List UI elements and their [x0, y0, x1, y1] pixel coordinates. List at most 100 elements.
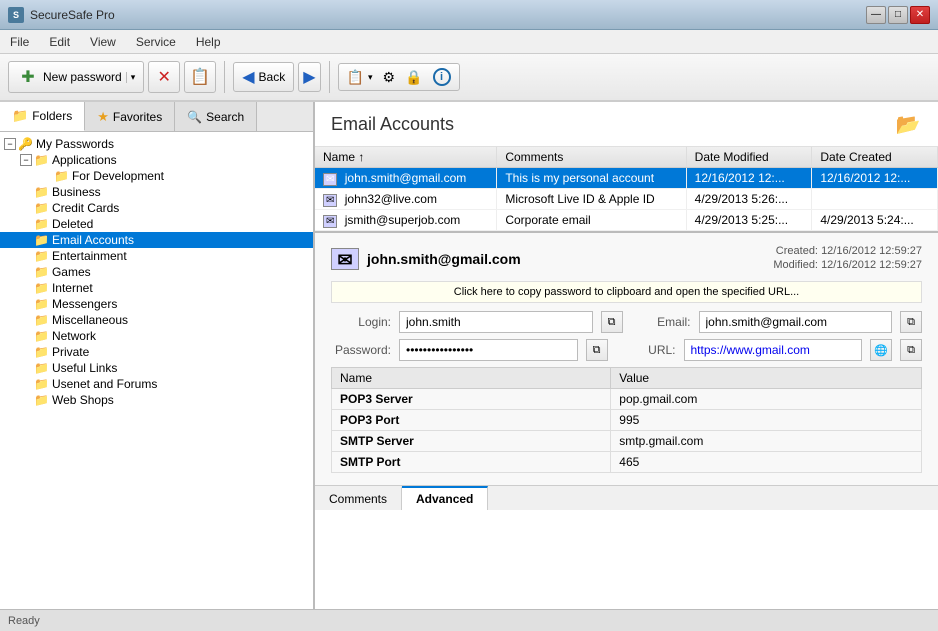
detail-email-icon: ✉ — [331, 248, 359, 270]
detail-title: ✉ john.smith@gmail.com — [331, 248, 521, 270]
tree-item-useful-links[interactable]: + 📁 Useful Links — [0, 360, 313, 376]
info-button[interactable]: i — [429, 66, 455, 88]
url-input[interactable] — [684, 339, 863, 361]
status-text: Ready — [8, 615, 40, 627]
left-panel: 📁 Folders ★ Favorites 🔍 Search − 🔑 My Pa… — [0, 102, 315, 609]
col-comments[interactable]: Comments — [497, 147, 686, 168]
login-input[interactable] — [399, 311, 593, 333]
email-accounts-folder-icon: 📁 — [34, 233, 49, 247]
tree-item-games[interactable]: + 📁 Games — [0, 264, 313, 280]
tab-advanced[interactable]: Advanced — [402, 486, 488, 510]
view-icon: 📋 — [347, 69, 364, 86]
toolbar-separator-1 — [224, 61, 225, 93]
main-layout: 📁 Folders ★ Favorites 🔍 Search − 🔑 My Pa… — [0, 102, 938, 609]
tab-comments[interactable]: Comments — [315, 486, 402, 510]
tab-search-label: Search — [206, 110, 244, 124]
app-icon: S — [8, 7, 24, 23]
forward-icon: ▶ — [303, 67, 315, 87]
maximize-button[interactable]: □ — [888, 6, 908, 24]
tree-item-business[interactable]: + 📁 Business — [0, 184, 313, 200]
window-controls: — □ ✕ — [866, 6, 930, 24]
close-button[interactable]: ✕ — [910, 6, 930, 24]
adv-col-value: Value — [611, 368, 922, 389]
edit-button[interactable]: 📋 — [184, 61, 216, 93]
misc-folder-icon: 📁 — [34, 313, 49, 327]
col-name[interactable]: Name ↑ — [315, 147, 497, 168]
menu-view[interactable]: View — [80, 30, 126, 53]
clipboard-button[interactable]: Click here to copy password to clipboard… — [331, 281, 922, 303]
tree-item-internet[interactable]: + 📁 Internet — [0, 280, 313, 296]
email-copy-button[interactable]: ⧉ — [900, 311, 922, 333]
tree-item-label: Web Shops — [52, 393, 114, 407]
table-row[interactable]: ✉ john32@live.com Microsoft Live ID & Ap… — [315, 189, 938, 210]
tree-item-web-shops[interactable]: + 📁 Web Shops — [0, 392, 313, 408]
view-controls: 📋 ▾ ⚙ 🔒 i — [338, 63, 460, 91]
password-copy-button[interactable]: ⧉ — [586, 339, 608, 361]
modified-value: 12/16/2012 12:59:27 — [821, 259, 922, 271]
menu-service[interactable]: Service — [126, 30, 186, 53]
tree-item-deleted[interactable]: + 📁 Deleted — [0, 216, 313, 232]
tree-item-entertainment[interactable]: + 📁 Entertainment — [0, 248, 313, 264]
tree-root[interactable]: − 🔑 My Passwords — [0, 136, 313, 152]
row-comments: This is my personal account — [497, 168, 686, 189]
url-copy-button[interactable]: ⧉ — [900, 339, 922, 361]
menu-edit[interactable]: Edit — [39, 30, 80, 53]
open-folder-button[interactable]: 📂 — [894, 112, 922, 136]
col-date-created[interactable]: Date Created — [812, 147, 938, 168]
private-folder-icon: 📁 — [34, 345, 49, 359]
new-password-button[interactable]: ✚ New password ▾ — [8, 61, 144, 93]
lock-icon: 🔒 — [405, 69, 422, 86]
delete-button[interactable]: ✕ — [148, 61, 180, 93]
tree-item-messengers[interactable]: + 📁 Messengers — [0, 296, 313, 312]
login-copy-button[interactable]: ⧉ — [601, 311, 623, 333]
detail-header: ✉ john.smith@gmail.com Created: 12/16/20… — [331, 245, 922, 273]
created-value: 12/16/2012 12:59:27 — [821, 245, 922, 257]
row-name: ✉ john32@live.com — [315, 189, 497, 210]
settings-button[interactable]: ⚙ — [379, 67, 400, 88]
tree-item-label: Applications — [52, 153, 117, 167]
password-input[interactable] — [399, 339, 578, 361]
adv-col-name: Name — [332, 368, 611, 389]
table-row[interactable]: ✉ john.smith@gmail.com This is my person… — [315, 168, 938, 189]
menu-file[interactable]: File — [0, 30, 39, 53]
tab-favorites[interactable]: ★ Favorites — [85, 102, 175, 131]
new-password-dropdown-arrow[interactable]: ▾ — [126, 72, 136, 83]
credit-cards-folder-icon: 📁 — [34, 201, 49, 215]
tree-root-label: My Passwords — [36, 137, 114, 151]
folders-icon: 📁 — [12, 108, 28, 124]
view-dropdown[interactable]: ▾ — [368, 72, 373, 83]
section-title-text: Email Accounts — [331, 114, 454, 135]
open-folder-icon: 📂 — [896, 112, 921, 137]
tree-item-miscellaneous[interactable]: + 📁 Miscellaneous — [0, 312, 313, 328]
login-row: Login: ⧉ Email: ⧉ — [331, 311, 922, 333]
deleted-folder-icon: 📁 — [34, 217, 49, 231]
lock-button[interactable]: 🔒 — [401, 67, 426, 88]
root-expand[interactable]: − — [4, 138, 16, 150]
tab-folders[interactable]: 📁 Folders — [0, 102, 85, 131]
tree-item-for-development[interactable]: + 📁 For Development — [0, 168, 313, 184]
open-url-button[interactable]: 🌐 — [870, 339, 892, 361]
menu-help[interactable]: Help — [186, 30, 231, 53]
applications-expand[interactable]: − — [20, 154, 32, 166]
tree-item-private[interactable]: + 📁 Private — [0, 344, 313, 360]
minimize-button[interactable]: — — [866, 6, 886, 24]
tree-item-network[interactable]: + 📁 Network — [0, 328, 313, 344]
advanced-table: Name Value POP3 Server pop.gmail.com POP… — [331, 367, 922, 473]
delete-icon: ✕ — [153, 66, 175, 88]
tree-item-credit-cards[interactable]: + 📁 Credit Cards — [0, 200, 313, 216]
tab-search[interactable]: 🔍 Search — [175, 102, 257, 131]
tree-item-applications[interactable]: − 📁 Applications — [0, 152, 313, 168]
new-password-icon: ✚ — [17, 66, 39, 88]
table-row[interactable]: ✉ jsmith@superjob.com Corporate email 4/… — [315, 210, 938, 231]
root-icon: 🔑 — [18, 137, 33, 151]
tree-item-email-accounts[interactable]: + 📁 Email Accounts — [0, 232, 313, 248]
adv-row-value: 465 — [611, 452, 922, 473]
tree-item-usenet[interactable]: + 📁 Usenet and Forums — [0, 376, 313, 392]
view-button[interactable]: 📋 ▾ — [343, 67, 377, 88]
forward-button[interactable]: ▶ — [298, 62, 320, 92]
search-icon: 🔍 — [187, 110, 202, 124]
col-date-modified[interactable]: Date Modified — [686, 147, 812, 168]
back-button[interactable]: ◀ Back — [233, 62, 294, 92]
tree-area: − 🔑 My Passwords − 📁 Applications + 📁 Fo… — [0, 132, 313, 609]
email-input[interactable] — [699, 311, 893, 333]
